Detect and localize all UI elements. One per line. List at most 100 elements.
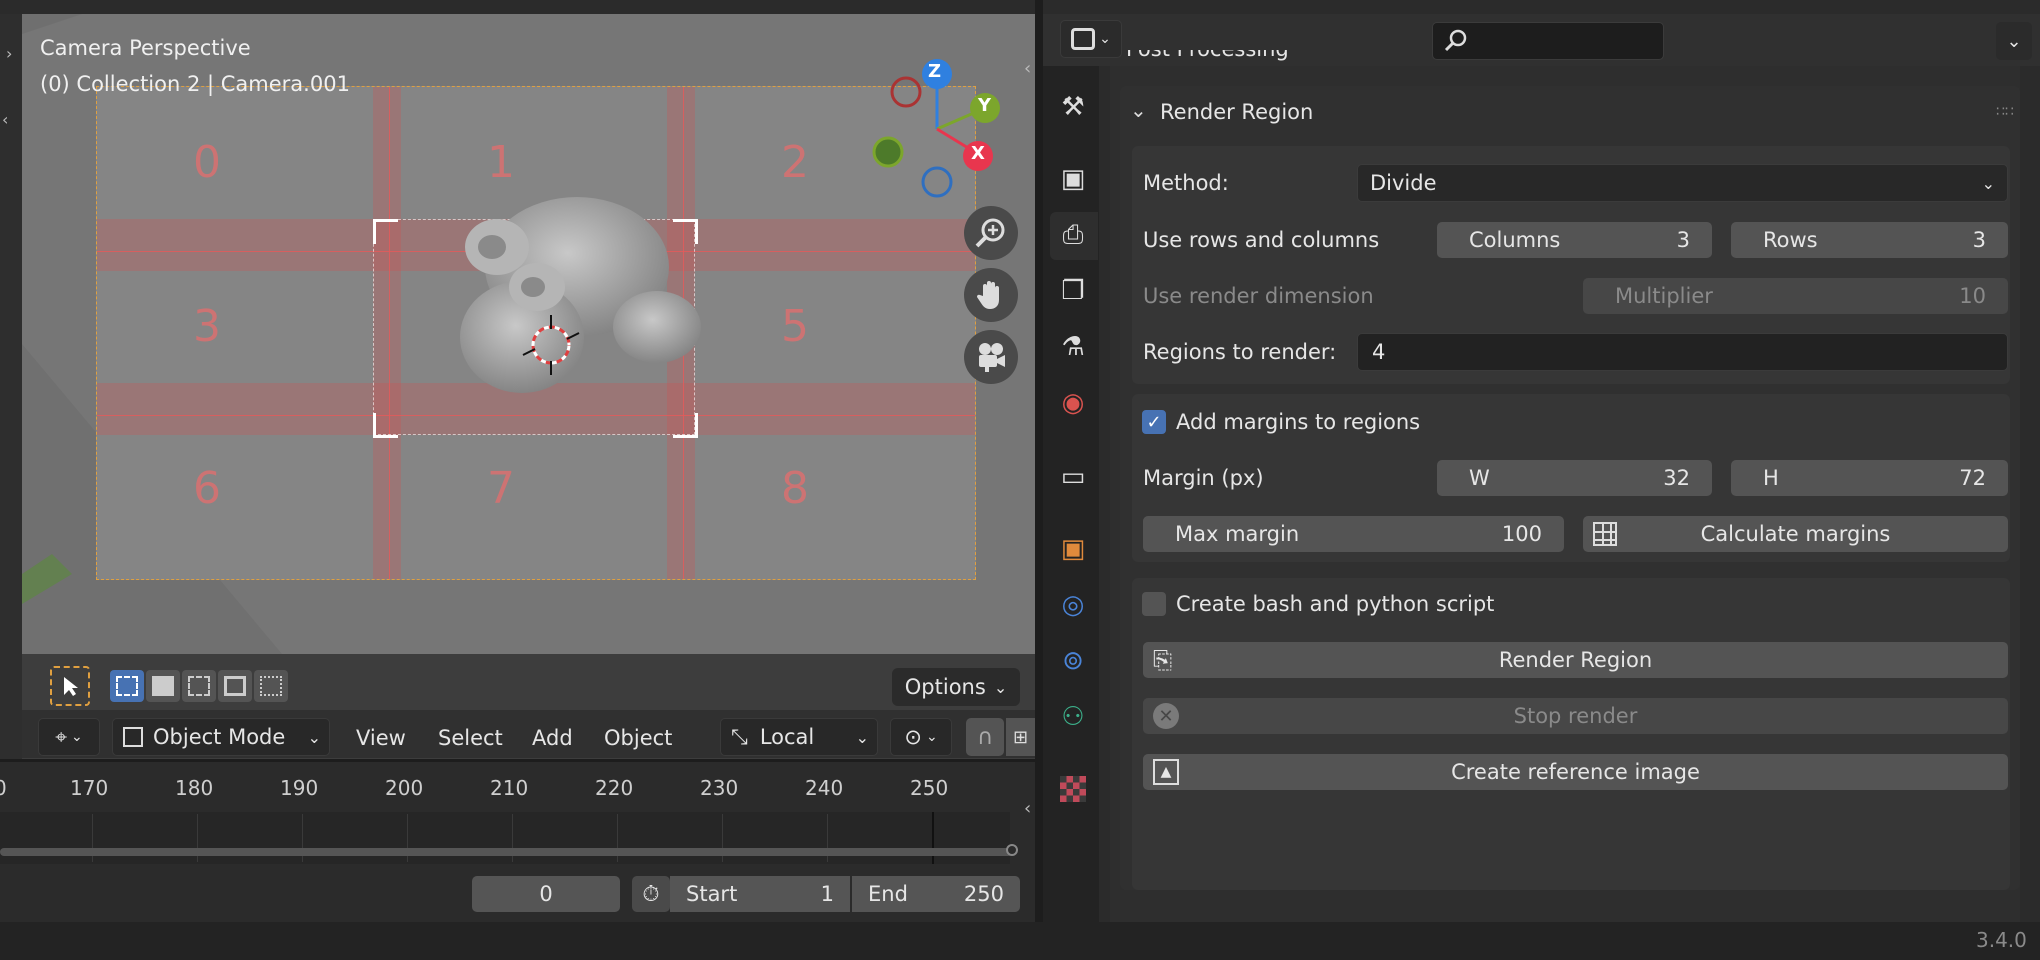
start-frame-value: 1 bbox=[820, 882, 834, 906]
regions-to-render-input[interactable]: 4 bbox=[1357, 333, 2008, 371]
chevron-right-icon[interactable]: › bbox=[6, 44, 12, 63]
physics-tab-icon[interactable]: ◎ bbox=[1056, 590, 1090, 624]
end-frame-value: 250 bbox=[963, 882, 1004, 906]
menu-view[interactable]: View bbox=[356, 726, 406, 750]
constraints-tab-icon[interactable]: ⊚ bbox=[1056, 646, 1090, 680]
render-tab-icon[interactable]: ▣ bbox=[1056, 164, 1090, 198]
camera-data-tab-icon[interactable]: ⚇ bbox=[1056, 702, 1090, 736]
menu-add[interactable]: Add bbox=[532, 726, 573, 750]
rows-cols-label: Use rows and columns bbox=[1143, 228, 1380, 252]
world-tab-icon[interactable]: ◉ bbox=[1056, 388, 1090, 422]
select-intersect-icon bbox=[260, 676, 282, 696]
chevron-down-icon: ⌄ bbox=[1981, 173, 1995, 193]
properties-search-input[interactable] bbox=[1432, 22, 1664, 60]
select-extend-icon bbox=[152, 676, 174, 696]
stop-render-button[interactable]: ✕ Stop render bbox=[1143, 698, 2008, 734]
select-mode-extend-button[interactable] bbox=[146, 670, 180, 702]
viewport-subtitle: (0) Collection 2 | Camera.001 bbox=[40, 72, 350, 96]
camera-view-button[interactable] bbox=[964, 330, 1018, 384]
timeline-tick: 190 bbox=[280, 776, 319, 800]
max-margin-field[interactable]: Max margin 100 bbox=[1143, 516, 1564, 552]
snap-target-dropdown[interactable]: ⊞ bbox=[1006, 718, 1035, 756]
object-tab-icon[interactable]: ▣ bbox=[1056, 534, 1090, 568]
render-region-icon: ⎘ bbox=[1153, 646, 1173, 674]
tool-tab-icon[interactable]: ⚒ bbox=[1056, 92, 1090, 126]
chevron-down-icon[interactable]: ⌄ bbox=[1130, 98, 1147, 122]
checkmark-icon: ✓ bbox=[1146, 411, 1162, 433]
add-margins-label[interactable]: Add margins to regions bbox=[1176, 410, 1420, 434]
chevron-left-icon[interactable]: ‹ bbox=[1024, 798, 1031, 819]
zoom-icon bbox=[975, 218, 1005, 248]
timeline-tick: 240 bbox=[805, 776, 844, 800]
max-margin-value: 100 bbox=[1501, 522, 1542, 546]
select-mode-subtract-button[interactable] bbox=[182, 670, 216, 702]
navigation-gizmo[interactable] bbox=[872, 44, 1012, 204]
select-mode-invert-button[interactable] bbox=[218, 670, 252, 702]
drag-handle-icon[interactable]: ∷∷ bbox=[1996, 104, 2014, 120]
playback-timer-button[interactable]: ⏱ bbox=[632, 876, 670, 912]
transform-orientation-dropdown[interactable]: ⤡ Local ⌄ bbox=[720, 718, 878, 756]
multiplier-label: Multiplier bbox=[1615, 284, 1713, 308]
end-frame-field[interactable]: End 250 bbox=[852, 876, 1020, 912]
pivot-point-dropdown[interactable]: ⊙ ⌄ bbox=[890, 718, 952, 756]
method-dropdown[interactable]: Divide ⌄ bbox=[1357, 164, 2008, 202]
gizmo-x-label: X bbox=[971, 143, 985, 164]
options-dropdown[interactable]: Options ⌄ bbox=[892, 668, 1020, 706]
section-title[interactable]: Render Region bbox=[1160, 100, 1313, 124]
columns-field[interactable]: Columns 3 bbox=[1437, 222, 1712, 258]
region-corner-handle[interactable] bbox=[373, 219, 398, 244]
region-number: 3 bbox=[193, 301, 221, 352]
scene-tab-icon[interactable]: ⚗ bbox=[1056, 332, 1090, 366]
3d-cursor-icon[interactable] bbox=[521, 315, 581, 375]
timeline-editor[interactable]: 0 170 180 190 200 210 220 230 240 250 ‹ … bbox=[0, 762, 1035, 922]
timeline-scrollbar[interactable] bbox=[0, 848, 1012, 856]
timeline-track[interactable] bbox=[0, 812, 1010, 864]
multiplier-field[interactable]: Multiplier 10 bbox=[1583, 278, 2008, 314]
options-dropdown[interactable]: ⌄ bbox=[1996, 22, 2032, 60]
pan-button[interactable] bbox=[964, 268, 1018, 322]
menu-select[interactable]: Select bbox=[438, 726, 503, 750]
calculate-margins-button[interactable]: Calculate margins bbox=[1583, 516, 2008, 552]
bash-script-label[interactable]: Create bash and python script bbox=[1176, 592, 1494, 616]
add-margins-checkbox[interactable]: ✓ bbox=[1142, 410, 1166, 434]
scrollbar-handle[interactable] bbox=[1006, 844, 1018, 856]
transform-orientation-label: Local bbox=[759, 725, 815, 749]
margin-h-field[interactable]: H 72 bbox=[1731, 460, 2008, 496]
region-corner-handle[interactable] bbox=[373, 413, 398, 438]
post-processing-section-header[interactable]: Post Processing bbox=[1126, 50, 1326, 66]
pivot-icon: ⊙ bbox=[904, 725, 922, 749]
current-frame-field[interactable]: 0 bbox=[472, 876, 620, 912]
3d-viewport[interactable]: › ‹ 0 1 2 3 4 5 6 7 8 bbox=[0, 14, 1035, 759]
render-region-label: Render Region bbox=[1498, 648, 1653, 672]
region-number: 8 bbox=[781, 463, 809, 514]
chevron-down-icon: ⌄ bbox=[993, 677, 1008, 697]
collection-tab-icon[interactable]: ▭ bbox=[1056, 462, 1090, 496]
zoom-button[interactable] bbox=[964, 206, 1018, 260]
texture-tab-icon[interactable] bbox=[1060, 776, 1086, 802]
create-reference-image-button[interactable]: ▲ Create reference image bbox=[1143, 754, 2008, 790]
editor-type-dropdown[interactable]: ⌄ bbox=[1060, 20, 1122, 58]
area-divider[interactable] bbox=[1035, 0, 1043, 922]
render-region-button[interactable]: ⎘ Render Region bbox=[1143, 642, 2008, 678]
snap-toggle[interactable]: ∩ bbox=[966, 718, 1004, 756]
margin-w-field[interactable]: W 32 bbox=[1437, 460, 1712, 496]
bash-script-checkbox[interactable] bbox=[1142, 592, 1166, 616]
chevron-left-icon[interactable]: ‹ bbox=[1024, 58, 1031, 79]
start-frame-field[interactable]: Start 1 bbox=[670, 876, 850, 912]
rows-field[interactable]: Rows 3 bbox=[1731, 222, 2008, 258]
object-mode-dropdown[interactable]: Object Mode ⌄ bbox=[112, 718, 330, 756]
select-mode-intersect-button[interactable] bbox=[254, 670, 288, 702]
view-layer-tab-icon[interactable]: ❐ bbox=[1056, 276, 1090, 310]
select-mode-new-button[interactable] bbox=[110, 670, 144, 702]
chevron-left-icon[interactable]: ‹ bbox=[2, 110, 8, 129]
menu-object[interactable]: Object bbox=[604, 726, 672, 750]
editor-type-dropdown[interactable]: ⌖ ⌄ bbox=[38, 718, 100, 756]
region-corner-handle[interactable] bbox=[673, 413, 698, 438]
margin-w-label: W bbox=[1469, 466, 1490, 490]
hand-icon bbox=[976, 281, 999, 309]
select-subtract-icon bbox=[188, 676, 210, 696]
select-tool-button[interactable] bbox=[50, 666, 90, 706]
current-frame-value: 0 bbox=[539, 882, 553, 906]
calculate-margins-label: Calculate margins bbox=[1700, 522, 1891, 546]
cancel-icon: ✕ bbox=[1153, 703, 1179, 729]
